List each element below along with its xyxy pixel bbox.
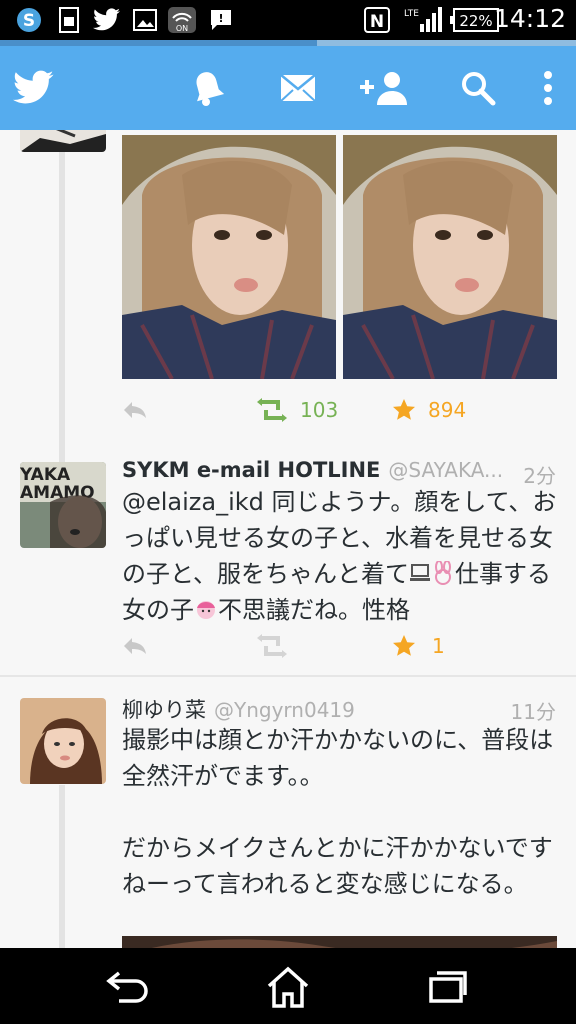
battery-level: 22% [459, 12, 492, 30]
author-handle[interactable]: @SAYAKA... [388, 458, 503, 482]
twitter-icon [92, 6, 122, 34]
tweet-photo-1[interactable] [122, 135, 336, 379]
computer-emoji-icon [409, 560, 431, 588]
svg-text:S: S [23, 11, 35, 31]
tweet-text-end: 不思議だね。性格 [218, 596, 410, 624]
retweet-count: 103 [300, 398, 339, 422]
reply-icon[interactable] [122, 626, 148, 666]
retweet-button[interactable] [256, 626, 288, 666]
girl-emoji-icon [194, 596, 218, 624]
mention-link[interactable]: @elaiza_ikd [122, 488, 264, 516]
svg-text:N: N [370, 12, 384, 32]
envelope-icon[interactable] [270, 60, 326, 116]
clock: 14:12 [493, 4, 566, 33]
tweet-text: 撮影中は顔とか汗かかないのに、普段は全然汗がでます。。 だからメイクさんとかに汗… [122, 726, 554, 898]
tweet-text: @elaiza_ikd 同じようナ。顔をして、おっぱい見せる女の子と、水着を見せ… [122, 484, 562, 628]
avatar[interactable]: YAKA AMAMO [20, 462, 106, 548]
status-bar: S ON ! N LTE 22% 14:12 [0, 0, 576, 40]
tweet-photo[interactable] [122, 936, 557, 948]
author-name[interactable]: 柳ゆり菜 [122, 698, 206, 722]
author-handle[interactable]: @Yngyrn0419 [214, 698, 355, 722]
twitter-bird-icon[interactable] [6, 60, 62, 116]
skype-icon: S [14, 6, 44, 34]
favorite-button[interactable]: 1 [392, 626, 445, 666]
image-icon [132, 6, 158, 34]
avatar[interactable] [20, 130, 106, 152]
add-user-icon[interactable] [356, 60, 412, 116]
wifi-off-icon: ON [166, 6, 198, 34]
sim-icon [56, 6, 82, 34]
favorite-count: 894 [428, 398, 467, 422]
svg-text:YAKA: YAKA [20, 465, 71, 485]
tweet-actions: 1 [122, 626, 562, 666]
home-icon[interactable] [258, 962, 318, 1012]
search-icon[interactable] [450, 60, 506, 116]
recent-apps-icon[interactable] [418, 962, 478, 1012]
conversation-thread-line [59, 785, 65, 948]
tweet-actions: 103 894 [122, 390, 562, 430]
favorite-button[interactable]: 894 [392, 390, 466, 430]
bell-icon[interactable] [180, 60, 236, 116]
overflow-menu-icon[interactable] [520, 60, 576, 116]
back-icon[interactable] [98, 962, 158, 1012]
conversation-thread-line [59, 130, 65, 470]
network-type-label: LTE [404, 9, 419, 19]
navigation-bar [0, 948, 576, 1024]
avatar[interactable] [20, 698, 106, 784]
svg-text:!: ! [218, 12, 223, 25]
action-bar [0, 46, 576, 130]
tweet-photo-2[interactable] [343, 135, 557, 379]
author-name[interactable]: SYKM e-mail HOTLINE [122, 458, 380, 482]
signal-icon: LTE [404, 6, 442, 34]
rabbit-emoji-icon [431, 560, 455, 588]
favorite-count: 1 [432, 634, 445, 658]
reply-icon[interactable] [122, 390, 148, 430]
svg-text:ON: ON [176, 24, 188, 33]
retweet-button[interactable]: 103 [256, 390, 338, 430]
tweet-time: 11分 [510, 700, 556, 724]
nfc-icon: N [362, 6, 392, 34]
timeline[interactable]: 103 894 YAKA AMAMO SYKM e-mail HOTLINE @S… [0, 130, 576, 948]
message-icon: ! [208, 6, 234, 34]
tweet-divider [0, 675, 576, 677]
